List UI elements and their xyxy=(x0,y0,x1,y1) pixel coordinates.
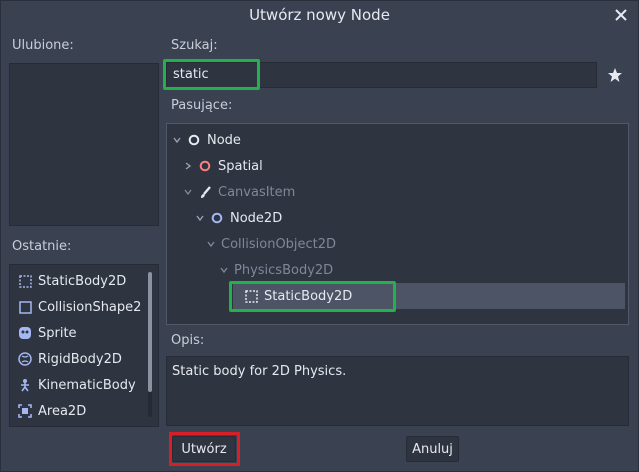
description-label: Opis: xyxy=(171,333,205,348)
create-node-dialog: Utwórz nowy Node Ulubione: Ostatnie: Sta… xyxy=(0,0,639,472)
favorite-star-icon[interactable] xyxy=(605,64,625,86)
kinematicbody-icon xyxy=(18,378,32,392)
recent-scrollbar[interactable] xyxy=(148,272,152,417)
chevron-right-icon[interactable] xyxy=(182,160,194,172)
list-item-label: StaticBody2D xyxy=(38,273,127,289)
spatial-circle-icon xyxy=(198,159,212,173)
matches-label: Pasujące: xyxy=(171,98,233,113)
area2d-icon xyxy=(18,404,32,418)
node2d-circle-icon xyxy=(210,211,224,225)
chevron-down-icon[interactable] xyxy=(171,134,183,146)
tree-item-label: Node2D xyxy=(230,210,283,226)
rigidbody2d-icon xyxy=(18,352,32,366)
favorites-list[interactable] xyxy=(9,63,159,226)
tree-item-label: PhysicsBody2D xyxy=(234,262,334,278)
cancel-button[interactable]: Anuluj xyxy=(406,436,459,462)
list-item[interactable]: Sprite xyxy=(18,321,77,345)
search-label: Szukaj: xyxy=(171,38,218,53)
list-item-label: CollisionShape2 xyxy=(38,299,142,315)
list-item-label: RigidBody2D xyxy=(38,351,122,367)
selection-highlight-box xyxy=(229,281,396,312)
tree-item-collisionobject2d[interactable]: CollisionObject2D xyxy=(205,232,336,256)
list-item-label: Area2D xyxy=(38,403,87,419)
collisionshape2d-icon xyxy=(18,300,32,314)
list-item[interactable]: CollisionShape2 xyxy=(18,295,141,319)
list-item-label: KinematicBody xyxy=(38,377,136,393)
list-item[interactable]: KinematicBody xyxy=(18,373,136,397)
tree-item-label: CanvasItem xyxy=(218,184,296,200)
list-item-label: Sprite xyxy=(38,325,77,341)
chevron-down-icon[interactable] xyxy=(205,238,217,250)
tree-item-physicsbody2d[interactable]: PhysicsBody2D xyxy=(218,258,333,282)
tree-item-label: CollisionObject2D xyxy=(221,236,337,252)
scrollbar-thumb[interactable] xyxy=(148,272,152,392)
description-box: Static body for 2D Physics. xyxy=(166,356,629,426)
chevron-down-icon[interactable] xyxy=(182,186,194,198)
tree-item-canvasitem[interactable]: CanvasItem xyxy=(182,180,295,204)
tree-item-spatial[interactable]: Spatial xyxy=(182,154,263,178)
close-icon[interactable] xyxy=(608,2,634,28)
sprite-icon xyxy=(18,326,32,340)
tree-item-node[interactable]: Node xyxy=(171,128,241,152)
favorites-label: Ulubione: xyxy=(12,38,74,53)
tree-item-label: Node xyxy=(207,132,241,148)
recent-label: Ostatnie: xyxy=(12,239,72,254)
node-circle-icon xyxy=(187,133,201,147)
staticbody2d-icon xyxy=(18,274,32,288)
recent-list[interactable]: StaticBody2D CollisionShape2 Sprite Rigi… xyxy=(9,264,159,427)
list-item[interactable]: StaticBody2D xyxy=(18,269,126,293)
chevron-down-icon[interactable] xyxy=(218,264,230,276)
create-highlight-box xyxy=(169,432,240,466)
chevron-down-icon[interactable] xyxy=(194,212,206,224)
list-item[interactable]: Area2D xyxy=(18,399,86,423)
tree-item-node2d[interactable]: Node2D xyxy=(194,206,282,230)
brush-icon xyxy=(198,185,212,199)
tree-item-label: Spatial xyxy=(218,158,263,174)
dialog-title: Utwórz nowy Node xyxy=(249,6,390,24)
search-highlight-box xyxy=(163,59,260,90)
list-item[interactable]: RigidBody2D xyxy=(18,347,122,371)
